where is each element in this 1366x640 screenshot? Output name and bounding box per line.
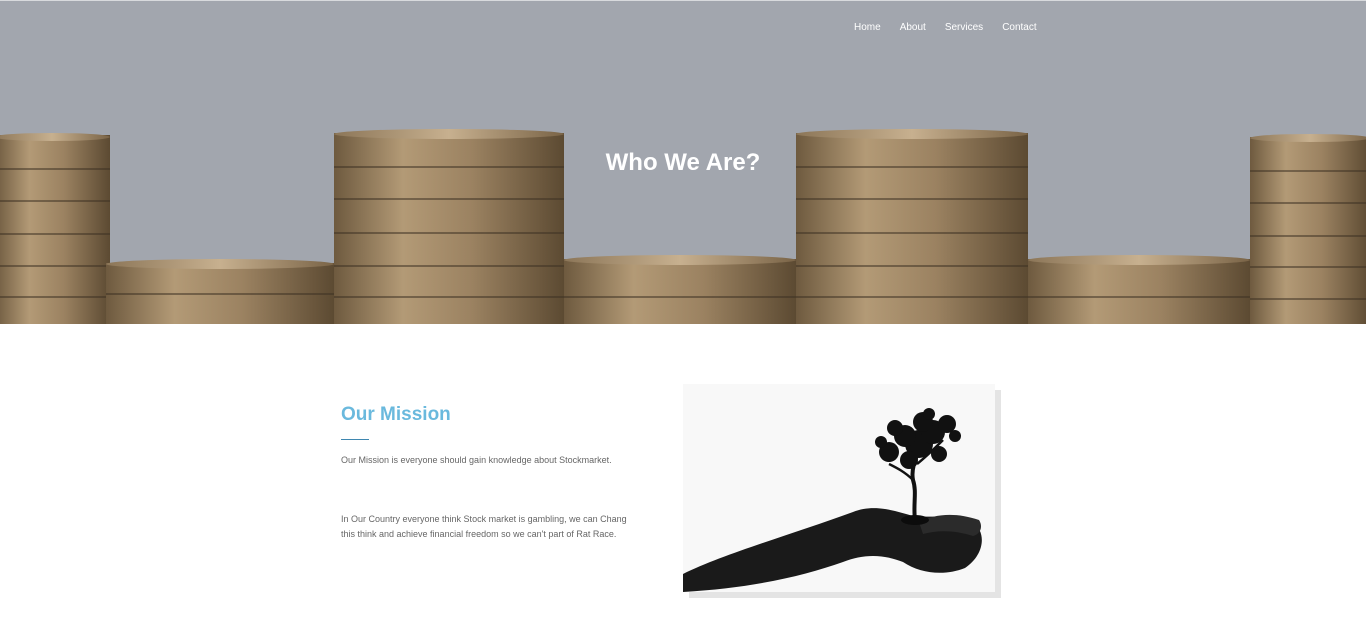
hand-tree-illustration — [683, 384, 995, 592]
nav-services-link[interactable]: Services — [945, 21, 983, 35]
nav-about-link[interactable]: About — [900, 21, 926, 35]
mission-paragraph-1: Our Mission is everyone should gain know… — [341, 455, 612, 465]
nav-home-link[interactable]: Home — [854, 21, 881, 35]
hero-banner: Home About Services Contact Who We Are? — [0, 0, 1366, 324]
mission-paragraph-2: In Our Country everyone think Stock mark… — [341, 514, 627, 539]
mission-section: Our Mission Our Mission is everyone shou… — [0, 324, 1366, 640]
hero-title: Who We Are? — [605, 149, 761, 176]
nav-contact-link[interactable]: Contact — [1002, 21, 1036, 35]
mission-image — [683, 384, 995, 592]
main-nav: Home About Services Contact — [854, 21, 1056, 35]
mission-title: Our Mission — [341, 404, 451, 425]
mission-divider — [341, 439, 369, 440]
